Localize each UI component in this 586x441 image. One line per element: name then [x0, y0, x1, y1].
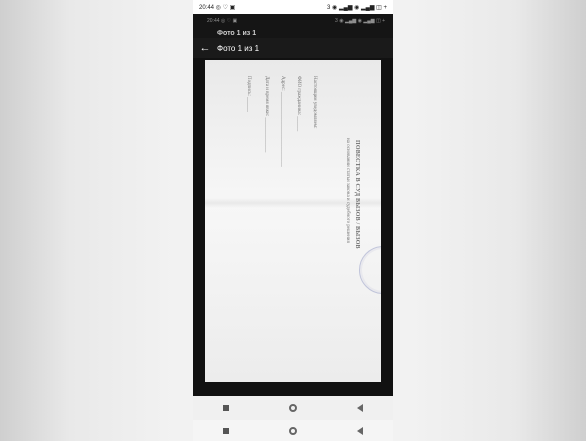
- system-nav-bar-upper: [193, 396, 393, 420]
- back-icon[interactable]: [357, 426, 363, 435]
- document-line: Адрес: ______________________________: [280, 76, 285, 167]
- document-line: Подпись: ______: [246, 76, 251, 113]
- document-line: ФИО гражданина: ______: [296, 76, 301, 132]
- ghost-status-left: 20:44 ◎ ♡ ▣: [207, 18, 238, 24]
- photo-title: Фото 1 из 1: [217, 43, 260, 53]
- document-content: ПОВЕСТКА В СУД ВЫЗОВ / ВЫЗОВ на основани…: [211, 68, 373, 374]
- status-left: 20:44 ◎ ♡ ▣: [199, 4, 236, 11]
- document-photo[interactable]: ПОВЕСТКА В СУД ВЫЗОВ / ВЫЗОВ на основани…: [205, 60, 381, 382]
- status-right: 3 ◉ ▂▄▆ ◉ ▂▄▆ ◫ +: [327, 4, 387, 11]
- screen-background: 20:44 ◎ ♡ ▣ 3 ◉ ▂▄▆ ◉ ▂▄▆ ◫ + 20:44 ◎ ♡ …: [0, 0, 586, 441]
- back-icon[interactable]: ←: [193, 42, 217, 54]
- ghost-status-right: 3 ◉ ▂▄▆ ◉ ▂▄▆ ◫ +: [335, 18, 385, 24]
- document-line: Настоящим уведомляем:: [312, 76, 317, 129]
- menu-icon[interactable]: [223, 405, 229, 411]
- duplicate-header: 20:44 ◎ ♡ ▣ 3 ◉ ▂▄▆ ◉ ▂▄▆ ◫ + Фото 1 из …: [193, 14, 393, 38]
- document-subheading: на основании статьи закона и судебного р…: [345, 138, 350, 243]
- photo-viewer-toolbar: ← Фото 1 из 1: [193, 38, 393, 58]
- document-heading: ПОВЕСТКА В СУД ВЫЗОВ / ВЫЗОВ: [354, 140, 360, 249]
- menu-icon[interactable]: [223, 427, 229, 434]
- system-nav-bar-lower: [193, 420, 393, 441]
- document-line: Дата и время явки: ______________: [264, 76, 269, 153]
- home-icon[interactable]: [289, 404, 297, 412]
- status-bar: 20:44 ◎ ♡ ▣ 3 ◉ ▂▄▆ ◉ ▂▄▆ ◫ +: [193, 0, 393, 14]
- home-icon[interactable]: [289, 426, 297, 435]
- back-icon[interactable]: [357, 404, 363, 412]
- phone-screen: 20:44 ◎ ♡ ▣ 3 ◉ ▂▄▆ ◉ ▂▄▆ ◫ + 20:44 ◎ ♡ …: [193, 0, 393, 441]
- ghost-status-row: 20:44 ◎ ♡ ▣ 3 ◉ ▂▄▆ ◉ ▂▄▆ ◫ +: [207, 18, 385, 24]
- ghost-title: Фото 1 из 1: [217, 30, 257, 37]
